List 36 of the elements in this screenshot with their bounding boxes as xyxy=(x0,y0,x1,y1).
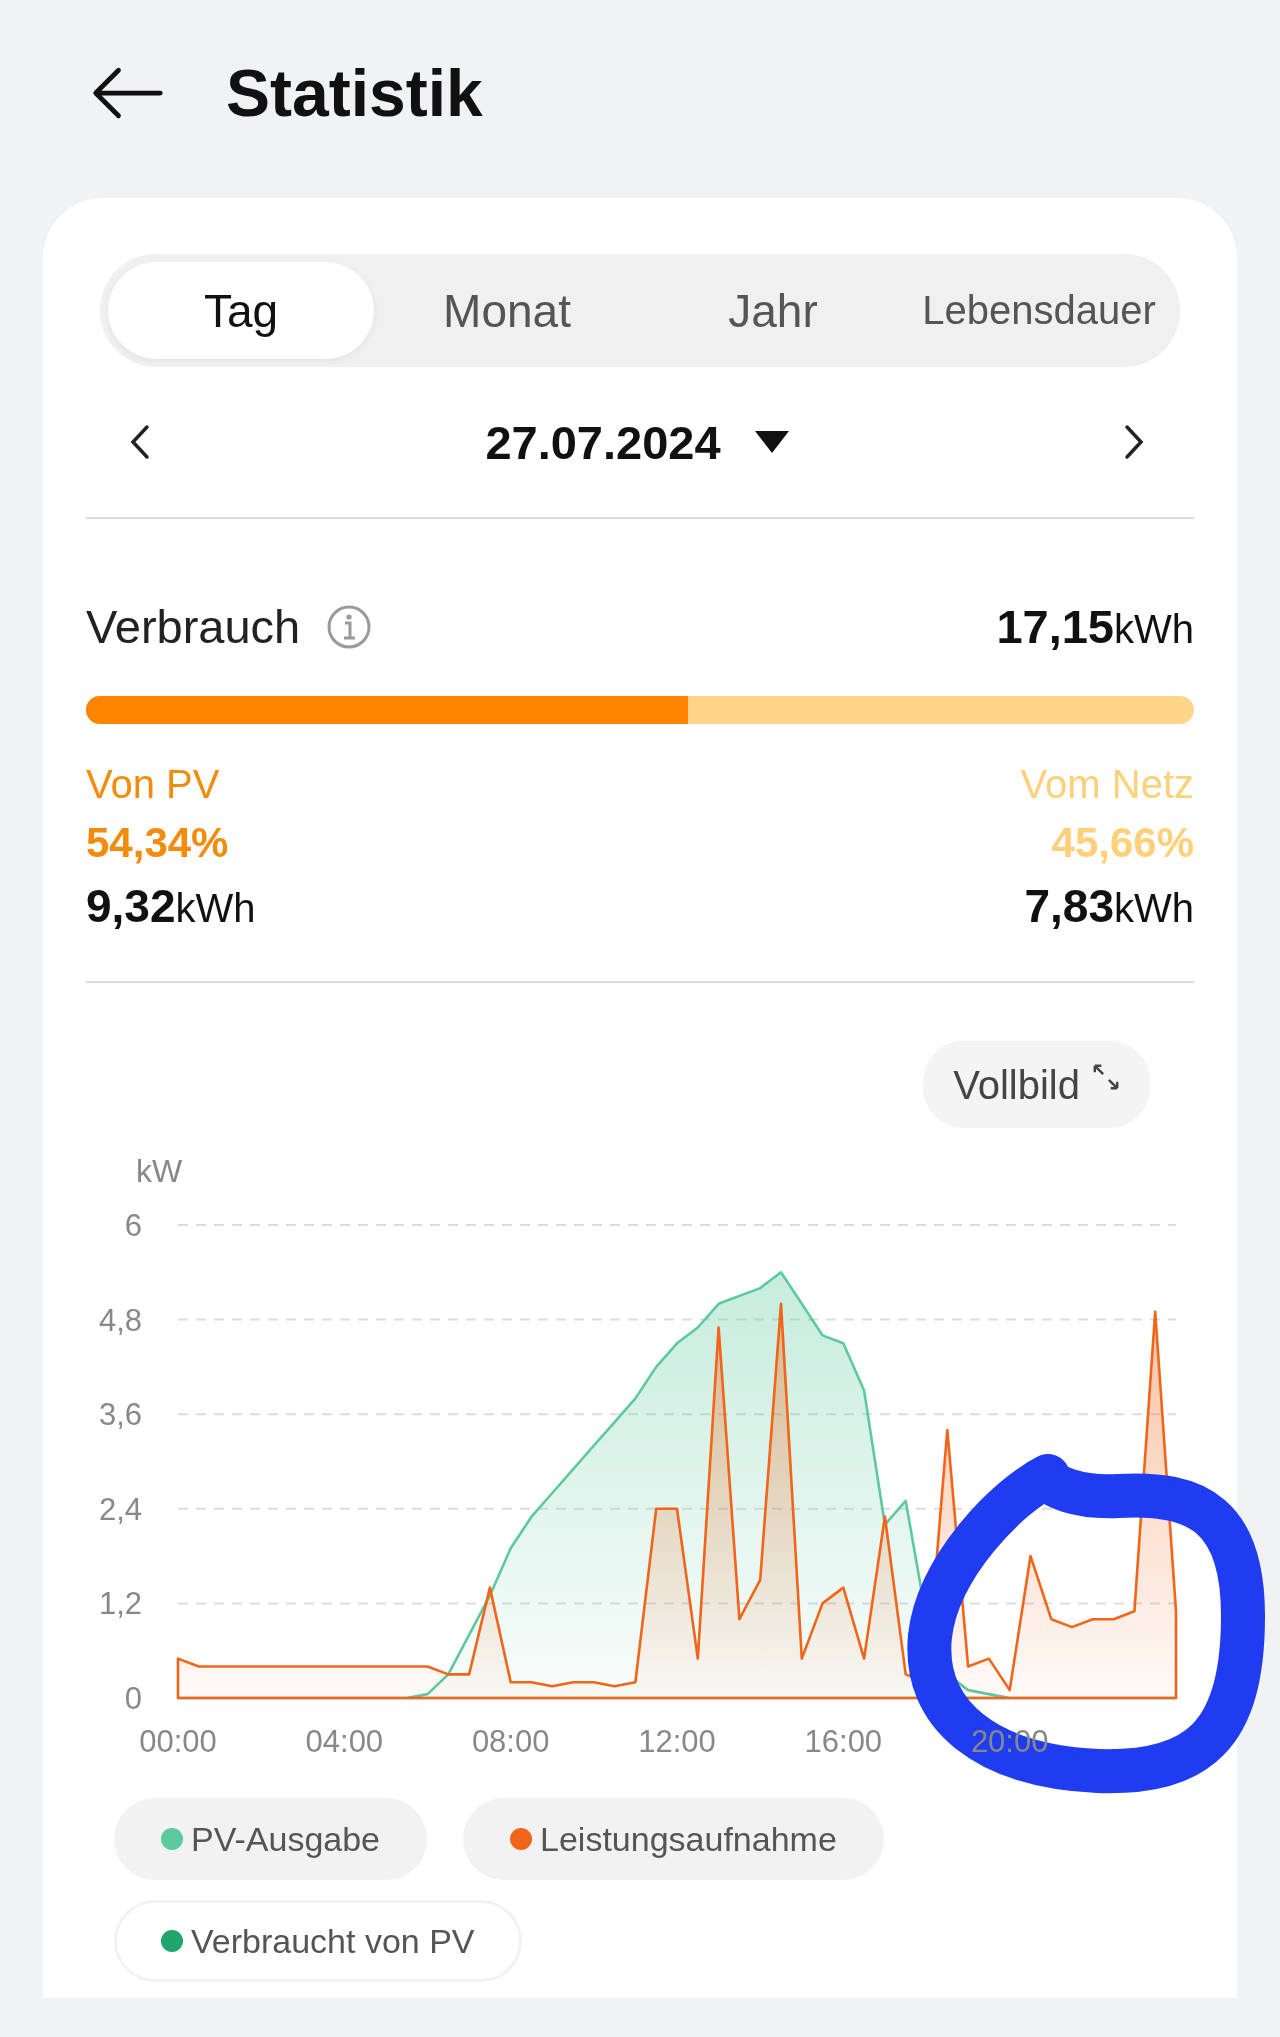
x-axis-label: 08:00 xyxy=(471,1724,550,1759)
total-value: 17,15kWh xyxy=(996,599,1194,654)
consumption-label: Verbrauch xyxy=(86,599,301,654)
y-axis-label: 3,6 xyxy=(98,1397,142,1433)
x-axis-label: 20:00 xyxy=(970,1724,1049,1759)
page-title: Statistik xyxy=(226,55,483,131)
energy-value: 9,32kWh xyxy=(86,879,256,933)
x-axis-label: 04:00 xyxy=(305,1724,384,1759)
legend-chip[interactable]: Leistungsaufnahme xyxy=(463,1798,884,1880)
y-axis-label: 1,2 xyxy=(98,1586,142,1622)
x-axis-label: 16:00 xyxy=(804,1724,883,1759)
axis-unit-label: kW xyxy=(136,1153,183,1189)
legend-chip[interactable]: PV-Ausgabe xyxy=(114,1798,428,1880)
y-axis-label: 4,8 xyxy=(98,1302,142,1338)
energy-value: 7,83kWh xyxy=(1024,879,1194,933)
tab[interactable]: Tag xyxy=(108,262,374,359)
source-label: Von PV xyxy=(86,762,221,807)
percent-value: 45,66% xyxy=(1051,819,1194,867)
tab[interactable]: Monat xyxy=(374,262,640,359)
x-axis-label: 00:00 xyxy=(139,1724,217,1759)
y-axis-label: 2,4 xyxy=(98,1491,142,1527)
tab[interactable]: Lebensdauer xyxy=(906,262,1172,359)
y-axis-label: 6 xyxy=(124,1208,142,1243)
y-axis-label: 0 xyxy=(124,1681,142,1716)
tab[interactable]: Jahr xyxy=(640,262,906,359)
percent-value: 54,34% xyxy=(86,819,230,867)
date-label[interactable]: 27.07.2024 xyxy=(485,414,721,470)
fullscreen-button[interactable]: Vollbild xyxy=(923,1041,1150,1128)
info-icon[interactable] xyxy=(326,603,373,650)
legend-chip[interactable]: Verbraucht von PV xyxy=(114,1900,522,1982)
chevron-left-icon[interactable] xyxy=(130,424,150,460)
chevron-right-icon[interactable] xyxy=(1124,424,1144,460)
x-axis-label: 12:00 xyxy=(638,1724,716,1759)
expand-icon xyxy=(1092,1063,1120,1091)
source-label: Vom Netz xyxy=(1020,762,1194,807)
dropdown-icon[interactable] xyxy=(754,431,789,453)
